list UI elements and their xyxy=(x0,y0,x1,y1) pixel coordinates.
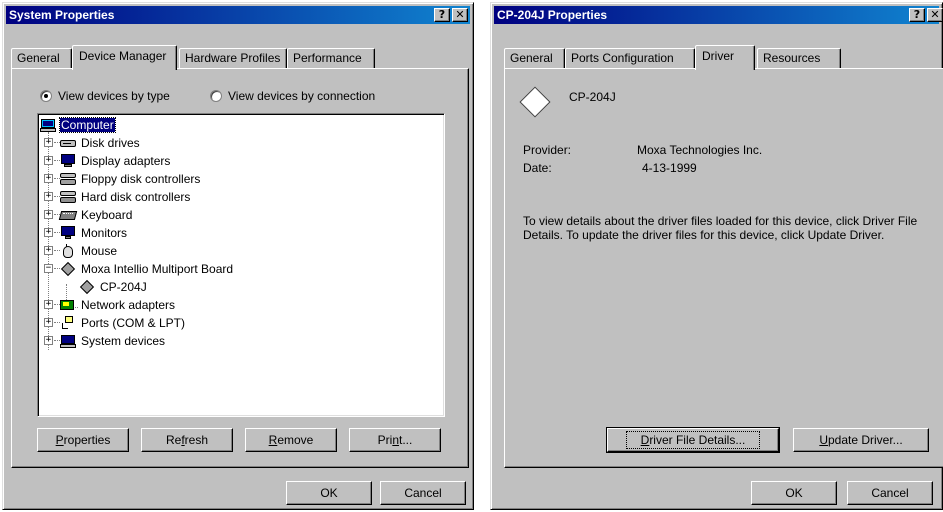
tree-item-ports[interactable]: Ports (COM & LPT) xyxy=(60,314,186,332)
expand-icon[interactable]: + xyxy=(44,138,53,147)
expand-icon[interactable]: + xyxy=(44,156,53,165)
expand-icon[interactable]: + xyxy=(44,300,53,309)
tab-general[interactable]: General xyxy=(504,48,565,69)
driver-panel: CP-204J Provider: Moxa Technologies Inc.… xyxy=(504,68,943,468)
tab-strip: General Ports Configuration Driver Resou… xyxy=(504,45,943,70)
collapse-icon[interactable]: − xyxy=(44,264,53,273)
expand-icon[interactable]: + xyxy=(44,174,53,183)
expand-icon[interactable]: + xyxy=(44,228,53,237)
tree-label: Hard disk controllers xyxy=(81,190,191,204)
monitor-icon xyxy=(60,226,76,240)
window-title: System Properties xyxy=(9,8,115,22)
title-bar[interactable]: CP-204J Properties ? ✕ xyxy=(494,6,943,24)
disk-drive-icon xyxy=(60,136,76,150)
tree-label: CP-204J xyxy=(100,280,147,294)
tree-label: Ports (COM & LPT) xyxy=(81,316,186,330)
tree-item-display-adapters[interactable]: Display adapters xyxy=(60,152,171,170)
remove-button[interactable]: Remove xyxy=(245,428,337,452)
view-by-type-option[interactable]: View devices by type xyxy=(40,89,170,103)
tree-label: Network adapters xyxy=(81,298,176,312)
tree-label: System devices xyxy=(81,334,166,348)
tree-label: Keyboard xyxy=(81,208,133,222)
provider-label: Provider: xyxy=(523,143,572,157)
tab-performance[interactable]: Performance xyxy=(287,48,375,69)
floppy-controller-icon xyxy=(60,172,76,186)
tree-label: Disk drives xyxy=(81,136,140,150)
tree-label: Monitors xyxy=(81,226,128,240)
date-value: 4-13-1999 xyxy=(642,161,697,175)
tab-resources[interactable]: Resources xyxy=(757,48,841,69)
ok-button[interactable]: OK xyxy=(751,481,837,505)
help-button[interactable]: ? xyxy=(909,8,925,22)
cancel-button[interactable]: Cancel xyxy=(847,481,933,505)
title-bar[interactable]: System Properties ? ✕ xyxy=(6,6,470,24)
view-by-type-label: View devices by type xyxy=(58,89,170,103)
system-devices-icon xyxy=(60,334,76,348)
system-properties-dialog: System Properties ? ✕ General Device Man… xyxy=(2,2,474,510)
tree-item-computer[interactable]: Computer xyxy=(40,116,116,134)
tree-item-keyboard[interactable]: Keyboard xyxy=(58,206,133,224)
tree-item-floppy-disk-controllers[interactable]: Floppy disk controllers xyxy=(60,170,201,188)
tree-label: Floppy disk controllers xyxy=(81,172,201,186)
properties-button[interactable]: Properties xyxy=(37,428,129,452)
tree-item-hard-disk-controllers[interactable]: Hard disk controllers xyxy=(60,188,191,206)
tab-driver[interactable]: Driver xyxy=(695,45,755,70)
tab-device-manager[interactable]: Device Manager xyxy=(72,45,177,70)
tree-item-moxa-board[interactable]: Moxa Intellio Multiport Board xyxy=(60,260,234,278)
keyboard-icon xyxy=(58,208,78,222)
multiport-board-icon xyxy=(79,279,95,295)
close-button[interactable]: ✕ xyxy=(452,8,468,22)
tree-label: Display adapters xyxy=(81,154,171,168)
device-tree[interactable]: Computer + Disk drives + Display adapter… xyxy=(37,113,445,417)
computer-icon xyxy=(40,118,56,132)
port-icon xyxy=(60,316,76,330)
expand-icon[interactable]: + xyxy=(44,318,53,327)
expand-icon[interactable]: + xyxy=(44,210,53,219)
tree-label: Computer xyxy=(59,117,116,133)
device-icon xyxy=(519,86,551,118)
ok-button[interactable]: OK xyxy=(286,481,372,505)
view-by-connection-label: View devices by connection xyxy=(228,89,376,103)
tab-general[interactable]: General xyxy=(11,48,72,69)
view-by-connection-option[interactable]: View devices by connection xyxy=(210,89,375,103)
network-adapter-icon xyxy=(60,298,76,312)
expand-icon[interactable]: + xyxy=(44,192,53,201)
device-name: CP-204J xyxy=(569,90,616,104)
tree-item-monitors[interactable]: Monitors xyxy=(60,224,128,242)
close-button[interactable]: ✕ xyxy=(927,8,943,22)
window-title: CP-204J Properties xyxy=(497,8,608,22)
view-by-connection-radio[interactable] xyxy=(210,90,222,102)
tab-strip: General Device Manager Hardware Profiles… xyxy=(11,45,471,70)
update-driver-button[interactable]: Update Driver... xyxy=(793,428,929,452)
device-manager-panel: View devices by type View devices by con… xyxy=(11,68,469,468)
refresh-button[interactable]: Refresh xyxy=(141,428,233,452)
print-button[interactable]: Print... xyxy=(349,428,441,452)
display-adapter-icon xyxy=(60,154,76,168)
mouse-icon xyxy=(60,244,76,258)
driver-description: To view details about the driver files l… xyxy=(523,214,918,242)
device-properties-dialog: CP-204J Properties ? ✕ General Ports Con… xyxy=(490,2,943,510)
multiport-board-icon xyxy=(60,261,76,277)
provider-value: Moxa Technologies Inc. xyxy=(637,143,763,157)
tree-item-mouse[interactable]: Mouse xyxy=(60,242,118,260)
driver-file-details-button[interactable]: Driver File Details... xyxy=(606,427,780,453)
cancel-button[interactable]: Cancel xyxy=(380,481,466,505)
tree-item-cp-204j[interactable]: CP-204J xyxy=(79,278,148,296)
expand-icon[interactable]: + xyxy=(44,336,53,345)
date-label: Date: xyxy=(523,161,552,175)
tree-item-network-adapters[interactable]: Network adapters xyxy=(60,296,176,314)
tab-ports-configuration[interactable]: Ports Configuration xyxy=(565,48,695,69)
tree-label: Moxa Intellio Multiport Board xyxy=(81,262,234,276)
view-by-type-radio[interactable] xyxy=(40,90,52,102)
hard-disk-controller-icon xyxy=(60,190,76,204)
help-button[interactable]: ? xyxy=(434,8,450,22)
tree-label: Mouse xyxy=(81,244,118,258)
tree-item-disk-drives[interactable]: Disk drives xyxy=(60,134,141,152)
tree-item-system-devices[interactable]: System devices xyxy=(60,332,166,350)
tab-hardware-profiles[interactable]: Hardware Profiles xyxy=(179,48,287,69)
expand-icon[interactable]: + xyxy=(44,246,53,255)
